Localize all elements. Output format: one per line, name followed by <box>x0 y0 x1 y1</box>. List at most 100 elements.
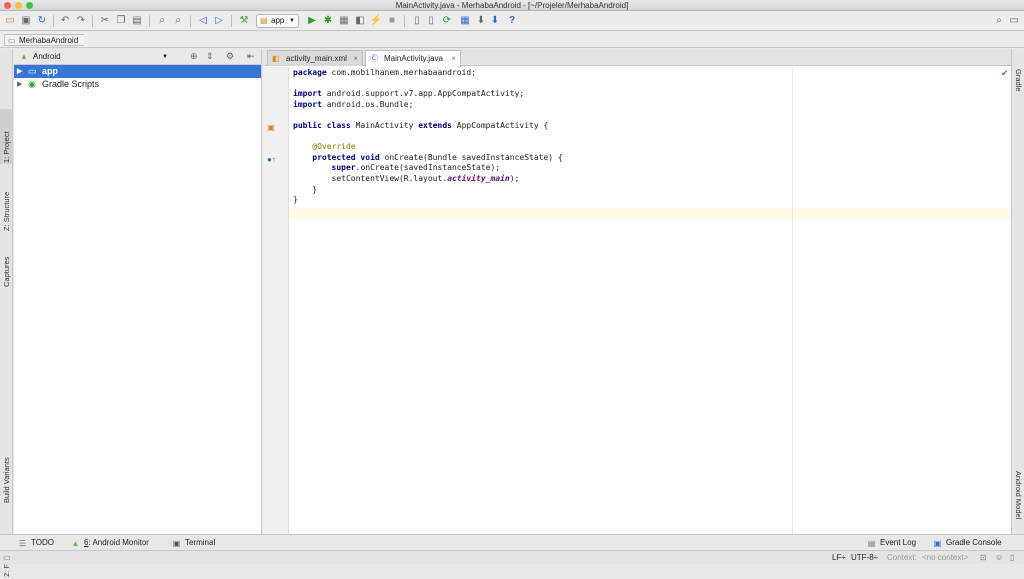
gear-icon[interactable]: ⚙ <box>226 51 234 62</box>
apply-changes-icon[interactable]: ⚡ <box>369 14 383 28</box>
hector-icon[interactable]: ☺ <box>995 552 1003 564</box>
replace-icon[interactable]: ⌕ <box>171 14 185 28</box>
code-line: import android.support.v7.app.AppCompatA… <box>293 89 525 99</box>
minimize-window-button[interactable] <box>15 2 22 9</box>
stop-icon[interactable]: ■ <box>385 14 399 28</box>
tab-structure[interactable]: Z: Structure <box>0 173 13 233</box>
project-structure-icon[interactable]: ▦ <box>458 14 472 28</box>
zoom-window-button[interactable] <box>26 2 33 9</box>
collapse-all-icon[interactable]: ⇕ <box>206 51 214 62</box>
close-tab-icon[interactable]: × <box>353 51 358 66</box>
layout-icon[interactable]: ▭ <box>1007 14 1021 28</box>
back-icon[interactable]: ◁ <box>196 14 210 28</box>
code-line: package com.mobilhanem.merhabaandroid; <box>293 68 477 77</box>
run-config-select[interactable]: ▤ app ▼ <box>256 14 299 28</box>
run-icon[interactable]: ▶ <box>305 14 319 28</box>
tab-captures[interactable]: Captures <box>0 241 13 291</box>
gradle-icon: ◉ <box>28 79 36 89</box>
code-line: super.onCreate(savedInstanceState); <box>331 163 501 173</box>
cut-icon[interactable]: ✂ <box>98 14 112 28</box>
line-separator-status[interactable]: LF÷ <box>832 552 846 564</box>
event-log-icon: ▤ <box>867 539 876 548</box>
close-tab-icon[interactable]: × <box>451 51 456 66</box>
tab-main-activity-java[interactable]: Ⓒ MainActivity.java × <box>365 50 461 67</box>
open-folder-icon[interactable]: ▭ <box>3 14 17 28</box>
encoding-status[interactable]: UTF-8÷ <box>851 552 878 564</box>
folder-icon: ▭ <box>8 36 16 45</box>
tree-item-app[interactable]: ▶ ▭ app <box>14 65 261 78</box>
coverage-icon[interactable]: ◧ <box>353 14 367 28</box>
tab-activity-main-xml[interactable]: ◧ activity_main.xml × <box>267 50 363 66</box>
context-label: Context: <box>887 553 917 562</box>
navigation-bar: ▭ MerhabaAndroid <box>0 32 1024 48</box>
paste-icon[interactable]: ▤ <box>130 14 144 28</box>
device-icon[interactable]: ▯ <box>424 14 438 28</box>
project-panel-header: ▲ Android ▼ ⊕ ⇕ ⚙ ⇤ <box>14 49 261 65</box>
current-line-highlight <box>263 208 1011 219</box>
search-everywhere-icon[interactable]: ⌕ <box>992 14 1006 28</box>
class-marker-icon[interactable]: ▣ <box>267 123 275 132</box>
breadcrumb-label: MerhabaAndroid <box>19 36 79 45</box>
redo-icon[interactable]: ↷ <box>74 14 88 28</box>
forward-icon[interactable]: ▷ <box>212 14 226 28</box>
window-title: MainActivity.java - MerhabaAndroid - [~/… <box>395 1 629 10</box>
project-view-select[interactable]: ▲ Android ▼ <box>18 51 168 63</box>
gradle-console-button[interactable]: ▣ Gradle Console <box>933 537 1002 549</box>
event-icon[interactable]: ▯ <box>1010 552 1014 564</box>
make-project-icon[interactable]: ⚒ <box>237 14 251 28</box>
sync-icon[interactable]: ↻ <box>35 14 49 28</box>
code-line: protected void onCreate(Bundle savedInst… <box>312 152 563 162</box>
help-icon[interactable]: ? <box>505 14 519 28</box>
avd-manager-icon[interactable]: ▯ <box>410 14 424 28</box>
sdk-manager-icon[interactable]: ⬇ <box>474 14 488 28</box>
tree-item-gradle-scripts[interactable]: ▶ ◉ Gradle Scripts <box>14 78 261 91</box>
sync-gradle-icon[interactable]: ⟳ <box>440 14 454 28</box>
terminal-icon: ▣ <box>172 539 181 548</box>
android-config-icon: ▤ <box>260 16 268 25</box>
right-tool-strip: Gradle Android Model <box>1011 49 1024 534</box>
context-value[interactable]: <no context> <box>922 552 968 564</box>
lock-icon[interactable]: ⊡ <box>980 552 987 564</box>
debug-icon[interactable]: ✱ <box>321 14 335 28</box>
gradle-console-icon: ▣ <box>933 539 942 548</box>
breadcrumb[interactable]: ▭ MerhabaAndroid <box>4 34 85 46</box>
left-tool-strip: 1: Project Z: Structure Captures Build V… <box>0 49 13 577</box>
code-editor[interactable]: package com.mobilhanem.merhabaandroid; i… <box>293 68 1011 206</box>
hide-panel-icon[interactable]: ⇤ <box>247 51 255 62</box>
xml-file-icon: ◧ <box>272 54 280 63</box>
undo-icon[interactable]: ↶ <box>58 14 72 28</box>
code-line: } <box>293 195 298 205</box>
save-icon[interactable]: ▣ <box>19 14 33 28</box>
android-icon: ▲ <box>71 539 80 548</box>
tab-build-variants[interactable]: Build Variants <box>0 441 13 505</box>
event-log-button[interactable]: ▤ Event Log <box>867 537 916 549</box>
main-toolbar: ▭ ▣ ↻ ↶ ↷ ✂ ❐ ▤ ⌕ ⌕ ◁ ▷ ⚒ ▤ app ▼ ▶ ✱ ▦ … <box>0 11 1024 31</box>
expand-arrow-icon[interactable]: ▶ <box>17 65 22 78</box>
android-device-monitor-icon[interactable]: ⬇ <box>488 14 502 28</box>
toggle-tool-windows-icon[interactable]: ▭ <box>3 552 11 564</box>
tab-android-model[interactable]: Android Model <box>1012 469 1024 531</box>
code-line: setContentView(R.layout.activity_main); <box>331 173 520 183</box>
title-bar: MainActivity.java - MerhabaAndroid - [~/… <box>0 0 1024 11</box>
project-panel: ▲ Android ▼ ⊕ ⇕ ⚙ ⇤ ▶ ▭ app ▶ ◉ Gradle S… <box>14 49 262 534</box>
copy-icon[interactable]: ❐ <box>114 14 128 28</box>
close-window-button[interactable] <box>4 2 11 9</box>
android-icon: ▲ <box>20 52 28 61</box>
android-monitor-button[interactable]: ▲ 6: Android Monitor <box>71 537 149 549</box>
tab-gradle[interactable]: Gradle <box>1012 67 1024 107</box>
attach-debugger-icon[interactable]: ▦ <box>337 14 351 28</box>
find-icon[interactable]: ⌕ <box>155 14 169 28</box>
tab-project[interactable]: 1: Project <box>0 109 13 164</box>
terminal-button[interactable]: ▣ Terminal <box>172 537 216 549</box>
todo-button[interactable]: ☰ TODO <box>18 537 54 549</box>
code-line: } <box>312 184 318 194</box>
code-line: import android.os.Bundle; <box>293 99 414 109</box>
chevron-down-icon: ▼ <box>289 18 295 24</box>
module-folder-icon: ▭ <box>28 66 37 76</box>
expand-arrow-icon[interactable]: ▶ <box>17 78 22 91</box>
scroll-from-source-icon[interactable]: ⊕ <box>190 51 198 62</box>
override-marker-icon[interactable]: ●↑ <box>267 155 276 164</box>
